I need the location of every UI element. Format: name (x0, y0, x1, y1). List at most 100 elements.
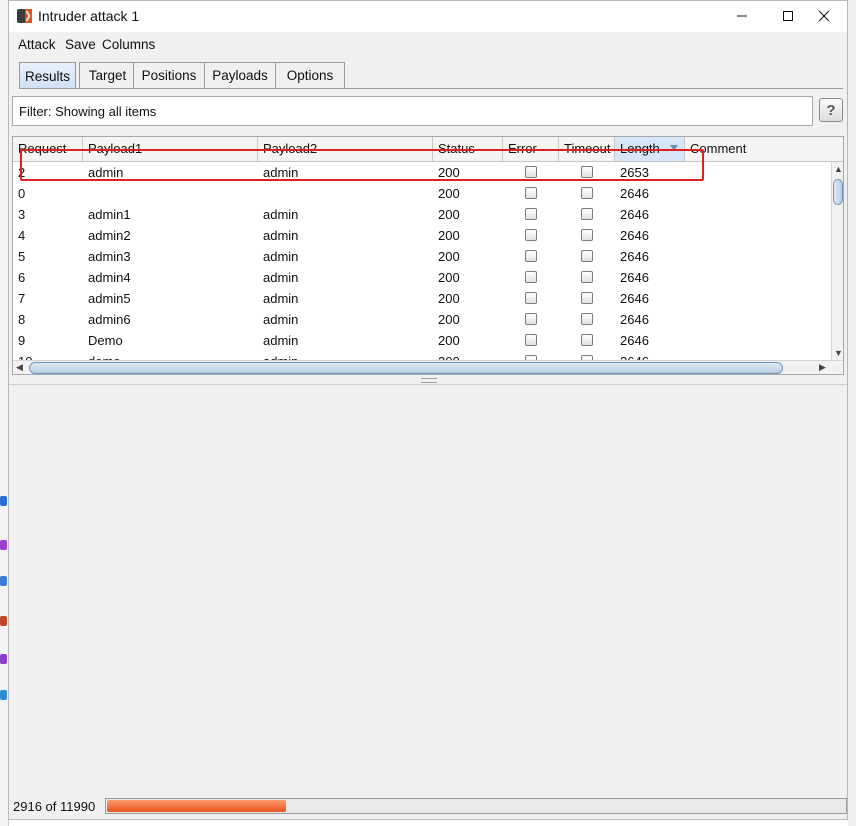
cell-payload2: admin (263, 165, 299, 180)
tab-target[interactable]: Target (79, 62, 136, 88)
background-icon (0, 654, 7, 664)
cell-payload1: admin2 (88, 228, 131, 243)
cell-payload2: admin (263, 207, 299, 222)
column-header-length[interactable]: Length (615, 137, 685, 161)
table-row[interactable]: 0 200 2646 (13, 183, 831, 204)
cell-length: 2646 (620, 249, 649, 264)
cell-request: 4 (18, 228, 26, 243)
vertical-scroll-thumb[interactable] (833, 179, 843, 205)
progress-fill (107, 800, 286, 812)
scroll-left-icon[interactable]: ◀ (16, 362, 23, 373)
cell-request: 9 (18, 333, 26, 348)
tab-positions[interactable]: Positions (133, 62, 205, 88)
table-row[interactable]: 5 admin3 admin 200 2646 (13, 246, 831, 267)
cell-status: 200 (438, 312, 460, 327)
cell-payload2: admin (258, 351, 298, 360)
cell-status: 200 (438, 249, 460, 264)
cell-comment (685, 330, 690, 351)
menu-save[interactable]: Save (65, 37, 96, 52)
cell-status: 200 (433, 351, 460, 360)
background-icon (0, 540, 7, 550)
scroll-up-icon[interactable]: ▲ (834, 164, 843, 174)
cell-status: 200 (438, 270, 460, 285)
close-icon (818, 10, 830, 22)
vertical-scrollbar[interactable]: ▲ ▼ (831, 162, 843, 360)
horizontal-scrollbar[interactable]: ◀ ▶ (13, 360, 843, 374)
minimize-button[interactable] (719, 1, 765, 31)
cell-comment (685, 351, 690, 360)
title-bar[interactable]: Intruder attack 1 (9, 1, 847, 32)
filter-bar[interactable]: Filter: Showing all items (12, 96, 813, 126)
status-bar: 2916 of 11990 (9, 794, 847, 819)
cell-length: 2646 (620, 333, 649, 348)
cell-comment (685, 204, 690, 225)
timeout-checkbox (581, 187, 593, 199)
menu-columns[interactable]: Columns (102, 37, 155, 52)
results-table: Request Payload1 Payload2 Status Error T… (12, 136, 844, 375)
column-header-payload1[interactable]: Payload1 (83, 137, 258, 161)
column-header-comment[interactable]: Comment (685, 137, 843, 161)
cell-payload1 (83, 183, 88, 204)
cell-status: 200 (438, 186, 460, 201)
timeout-checkbox (581, 229, 593, 241)
cell-comment (685, 225, 690, 246)
tab-results[interactable]: Results (19, 62, 76, 89)
burp-app-icon (17, 9, 32, 23)
cell-request: 5 (18, 249, 26, 264)
scroll-right-icon[interactable]: ▶ (819, 362, 826, 373)
cell-request: 2 (18, 165, 26, 180)
column-header-length-label: Length (620, 141, 660, 156)
cell-payload1: admin4 (88, 270, 131, 285)
horizontal-scroll-thumb[interactable] (29, 362, 783, 374)
error-checkbox (525, 250, 537, 262)
tab-payloads[interactable]: Payloads (204, 62, 276, 88)
column-header-timeout[interactable]: Timeout (559, 137, 615, 161)
column-header-error[interactable]: Error (503, 137, 559, 161)
error-checkbox (525, 208, 537, 220)
column-header-status[interactable]: Status (433, 137, 503, 161)
cell-request: 3 (18, 207, 26, 222)
error-checkbox (525, 271, 537, 283)
cell-length: 2646 (620, 207, 649, 222)
splitter-grip[interactable] (421, 378, 437, 383)
cell-length: 2646 (620, 228, 649, 243)
cell-comment (685, 288, 690, 309)
cell-request: 7 (18, 291, 26, 306)
table-body: 2 admin admin 200 2653 0 200 2646 3 admin1 admin 20… (13, 162, 831, 360)
menu-bar: Attack Save Columns (9, 32, 847, 57)
table-row[interactable]: 10 demo admin 200 2646 (13, 351, 831, 360)
column-header-request[interactable]: Request (13, 137, 83, 161)
menu-attack[interactable]: Attack (18, 37, 56, 52)
table-row[interactable]: 7 admin5 admin 200 2646 (13, 288, 831, 309)
cell-status: 200 (438, 228, 460, 243)
timeout-checkbox (581, 313, 593, 325)
cell-payload1: admin (88, 165, 124, 180)
request-response-pane (9, 384, 847, 793)
cell-length: 2653 (620, 165, 649, 180)
cell-request: 0 (18, 186, 26, 201)
column-header-payload2[interactable]: Payload2 (258, 137, 433, 161)
table-row[interactable]: 3 admin1 admin 200 2646 (13, 204, 831, 225)
timeout-checkbox (581, 208, 593, 220)
cell-payload1: Demo (88, 333, 123, 348)
error-checkbox (525, 334, 537, 346)
table-row[interactable]: 4 admin2 admin 200 2646 (13, 225, 831, 246)
close-button[interactable] (801, 1, 847, 31)
table-header: Request Payload1 Payload2 Status Error T… (13, 137, 843, 162)
intruder-attack-window: Intruder attack 1 Attack Save Columns Re… (8, 0, 848, 820)
scroll-down-icon[interactable]: ▼ (834, 348, 843, 358)
background-window-edge-right (848, 0, 856, 826)
error-checkbox (525, 313, 537, 325)
cell-length: 2646 (620, 312, 649, 327)
help-button[interactable]: ? (819, 98, 843, 122)
cell-status: 200 (438, 291, 460, 306)
cell-payload1: admin5 (88, 291, 131, 306)
tab-options[interactable]: Options (275, 62, 345, 88)
table-row[interactable]: 8 admin6 admin 200 2646 (13, 309, 831, 330)
table-row[interactable]: 9 Demo admin 200 2646 (13, 330, 831, 351)
table-row[interactable]: 2 admin admin 200 2653 (13, 162, 831, 183)
cell-request: 6 (18, 270, 26, 285)
table-row[interactable]: 6 admin4 admin 200 2646 (13, 267, 831, 288)
minimize-icon (737, 15, 747, 17)
tab-divider (19, 88, 843, 89)
